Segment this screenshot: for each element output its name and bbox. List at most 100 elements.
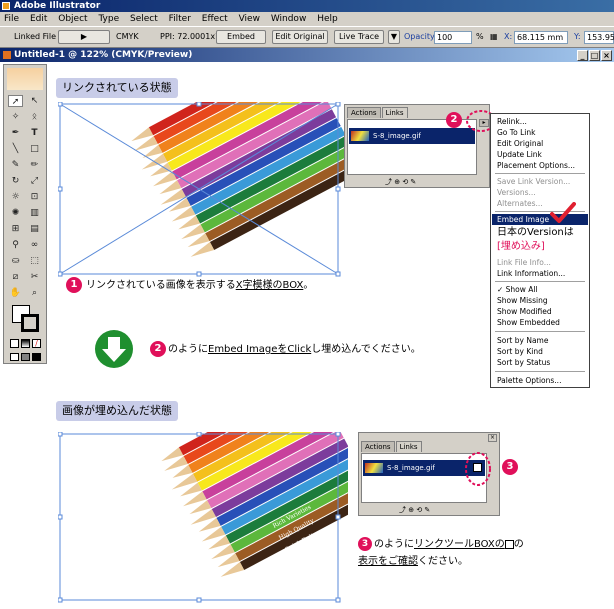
handle-mid-left[interactable] [58, 186, 63, 192]
embed-button[interactable]: Embed [216, 30, 266, 44]
handle-top-right[interactable] [335, 102, 341, 107]
minimize-icon[interactable]: _ [577, 50, 588, 61]
blend-tool-icon[interactable]: ∞ [27, 239, 42, 251]
rotate-tool-icon[interactable]: ↻ [8, 175, 23, 187]
live-paint-tool-icon[interactable]: ⛀ [8, 255, 23, 267]
menu-palette-options[interactable]: Palette Options... [497, 375, 561, 386]
menu-link-information[interactable]: Link Information... [497, 268, 565, 279]
gradient-mode-icon[interactable] [21, 339, 30, 348]
handle-top-left[interactable] [58, 432, 63, 437]
handle-bottom-left[interactable] [58, 271, 63, 277]
tab-actions[interactable]: Actions [347, 107, 381, 118]
edit-original-button[interactable]: Edit Original [272, 30, 328, 44]
lasso-tool-icon[interactable]: ᛟ [27, 111, 42, 123]
grid-icon[interactable]: ▦ [490, 30, 498, 44]
hand-tool-icon[interactable]: ✋ [8, 287, 23, 299]
menu-help[interactable]: Help [317, 14, 338, 24]
screen-mode-full-icon[interactable] [32, 353, 41, 361]
tab-links[interactable]: Links [395, 441, 422, 452]
illustrator-flower-logo [7, 68, 43, 90]
note-3-line-2: 表示をご確認ください。 [358, 556, 468, 567]
panel-close-icon[interactable]: × [488, 434, 497, 442]
none-mode-icon[interactable]: / [32, 339, 41, 348]
menu-show-all[interactable]: ✓ Show All [497, 284, 538, 295]
tab-links[interactable]: Links [381, 107, 408, 118]
step-2-badge: 2 [446, 112, 462, 128]
scissors-tool-icon[interactable]: ✂ [27, 271, 42, 283]
live-trace-button[interactable]: Live Trace [334, 30, 384, 44]
opacity-input[interactable]: 100 [434, 31, 472, 44]
graph-tool-icon[interactable]: ▥ [27, 207, 42, 219]
zoom-tool-icon[interactable]: ⌕ [27, 287, 42, 299]
slice-tool-icon[interactable]: ⧄ [8, 271, 23, 283]
pen-tool-icon[interactable]: ✒ [8, 127, 23, 139]
handle-bottom-mid[interactable] [196, 597, 202, 603]
live-paint-selection-tool-icon[interactable]: ⬚ [27, 255, 42, 267]
handle-top-mid[interactable] [196, 102, 202, 107]
handle-top-left[interactable] [58, 102, 63, 107]
document-icon [3, 51, 11, 59]
maximize-icon[interactable]: □ [589, 50, 600, 61]
menu-show-embedded[interactable]: Show Embedded [497, 317, 560, 328]
selection-tool-icon[interactable]: ➚ [8, 95, 23, 107]
warp-tool-icon[interactable]: ☼ [8, 191, 23, 203]
menu-type[interactable]: Type [98, 14, 119, 24]
magic-wand-tool-icon[interactable]: ✧ [8, 111, 23, 123]
handle-mid-right[interactable] [335, 514, 341, 520]
menu-placement-options[interactable]: Placement Options... [497, 160, 575, 171]
menu-select[interactable]: Select [130, 14, 158, 24]
handle-mid-right[interactable] [335, 186, 341, 192]
menu-sort-by-name[interactable]: Sort by Name [497, 335, 548, 346]
close-icon[interactable]: × [601, 50, 612, 61]
menu-edit-original[interactable]: Edit Original [497, 138, 543, 149]
type-tool-icon[interactable]: T [27, 127, 42, 139]
color-mode-icon[interactable] [10, 339, 19, 348]
handle-bottom-right[interactable] [335, 271, 341, 277]
handle-bottom-right[interactable] [335, 597, 341, 603]
menu-show-modified[interactable]: Show Modified [497, 306, 552, 317]
eyedropper-tool-icon[interactable]: ⚲ [8, 239, 23, 251]
x-input[interactable]: 68.115 mm [514, 31, 568, 44]
menu-window[interactable]: Window [271, 14, 307, 24]
link-row[interactable]: S-8_image.gif [349, 128, 475, 144]
direct-selection-tool-icon[interactable]: ↖ [27, 95, 42, 107]
y-input[interactable]: 153.95 [584, 31, 614, 44]
handle-top-right[interactable] [335, 432, 341, 437]
menu-file[interactable]: File [4, 14, 19, 24]
menu-sort-by-kind[interactable]: Sort by Kind [497, 346, 543, 357]
menu-update-link[interactable]: Update Link [497, 149, 542, 160]
menu-edit[interactable]: Edit [30, 14, 47, 24]
handle-top-mid[interactable] [196, 432, 202, 437]
menu-separator [495, 173, 585, 174]
rectangle-tool-icon[interactable]: □ [27, 143, 42, 155]
screen-mode-normal-icon[interactable] [10, 353, 19, 361]
stroke-swatch[interactable] [21, 314, 39, 332]
gradient-tool-icon[interactable]: ▤ [27, 223, 42, 235]
embedded-indicator-callout-circle [465, 452, 491, 486]
live-trace-dropdown-icon[interactable]: ▼ [388, 30, 400, 44]
mesh-tool-icon[interactable]: ⊞ [8, 223, 23, 235]
menu-filter[interactable]: Filter [169, 14, 191, 24]
menu-object[interactable]: Object [58, 14, 87, 24]
menu-show-missing[interactable]: Show Missing [497, 295, 548, 306]
paintbrush-tool-icon[interactable]: ✎ [8, 159, 23, 171]
handle-bottom-mid[interactable] [196, 271, 202, 277]
link-filename: S-8_image.gif [373, 132, 421, 140]
pencil-tool-icon[interactable]: ✏ [27, 159, 42, 171]
free-transform-tool-icon[interactable]: ⊡ [27, 191, 42, 203]
handle-bottom-left[interactable] [58, 597, 63, 603]
menu-view[interactable]: View [239, 14, 260, 24]
tab-actions[interactable]: Actions [361, 441, 395, 452]
handle-mid-left[interactable] [58, 514, 63, 520]
menu-separator [495, 371, 585, 372]
menu-effect[interactable]: Effect [202, 14, 228, 24]
symbol-sprayer-tool-icon[interactable]: ✺ [8, 207, 23, 219]
menu-sort-by-status[interactable]: Sort by Status [497, 357, 550, 368]
scale-tool-icon[interactable]: ⤢ [27, 175, 42, 187]
link-filename-button[interactable]: ▶ [58, 30, 110, 44]
screen-mode-full-menu-icon[interactable] [21, 353, 30, 361]
menu-go-to-link[interactable]: Go To Link [497, 127, 535, 138]
document-title-bar: Untitled-1 @ 122% (CMYK/Preview) _ □ × [0, 48, 614, 62]
menu-relink[interactable]: Relink... [497, 116, 527, 127]
line-tool-icon[interactable]: ╲ [8, 143, 23, 155]
